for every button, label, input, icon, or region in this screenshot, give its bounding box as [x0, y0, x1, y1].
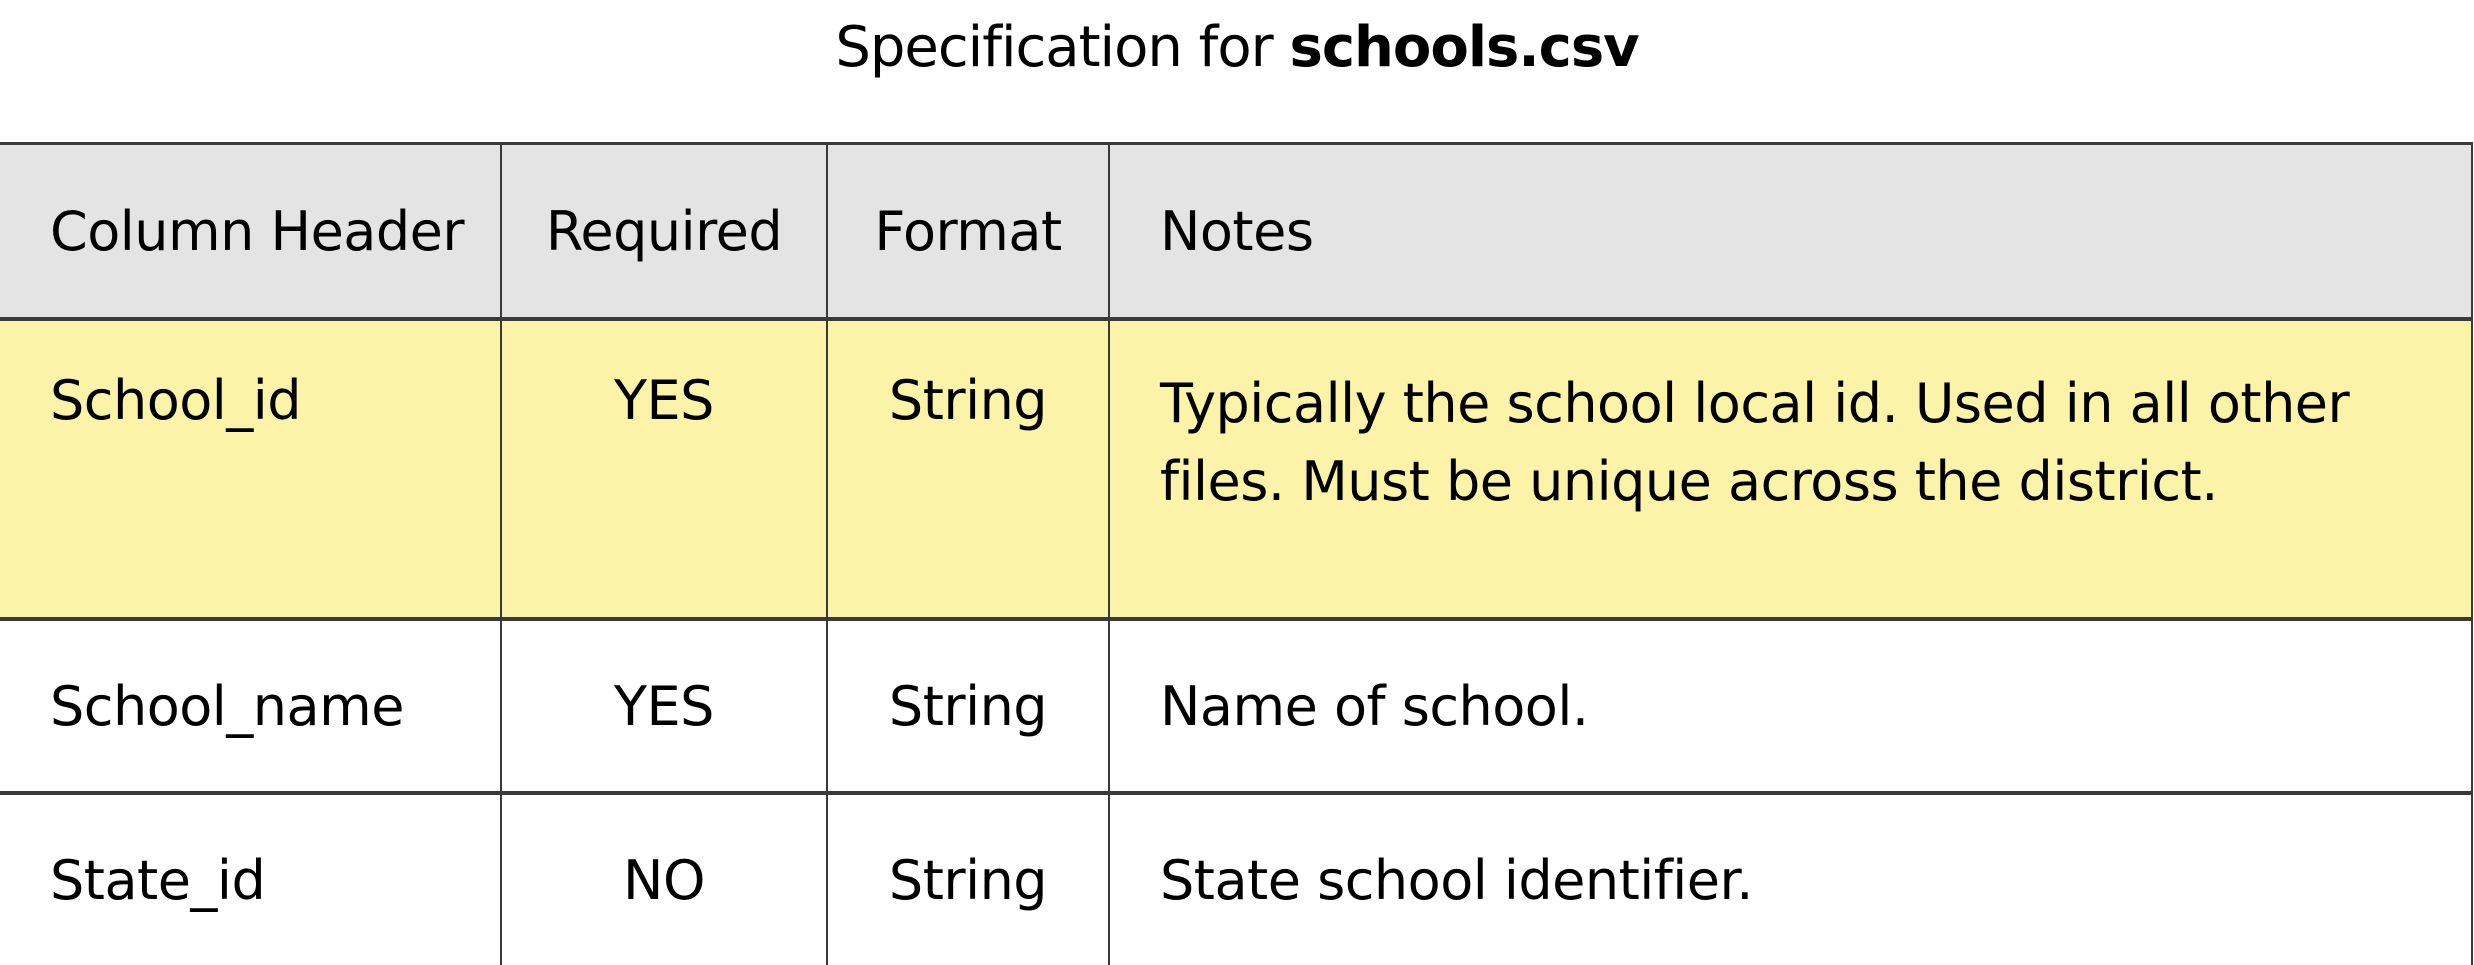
cell-format: String — [826, 318, 1110, 621]
cell-column-header: School_id — [0, 318, 502, 621]
cell-format: String — [826, 618, 1110, 795]
specification-table: Column Header Required Format Notes Scho… — [0, 142, 2473, 965]
cell-required: YES — [500, 318, 828, 621]
header-notes: Notes — [1108, 142, 2473, 321]
header-format: Format — [826, 142, 1110, 321]
page-title: Specification for schools.csv — [0, 8, 2474, 88]
cell-notes: Name of school. — [1108, 618, 2473, 795]
title-prefix: Specification for — [835, 15, 1290, 80]
cell-notes: Typically the school local id. Used in a… — [1108, 318, 2473, 621]
table-row: School_name YES String Name of school. — [0, 618, 2473, 795]
table-header-row: Column Header Required Format Notes — [0, 142, 2473, 321]
header-column-header: Column Header — [0, 142, 502, 321]
cell-format: String — [826, 792, 1110, 965]
cell-required: NO — [500, 792, 828, 965]
table-row: State_id NO String State school identifi… — [0, 792, 2473, 965]
cell-column-header: School_name — [0, 618, 502, 795]
cell-required: YES — [500, 618, 828, 795]
table-row: School_id YES String Typically the schoo… — [0, 318, 2473, 621]
cell-column-header: State_id — [0, 792, 502, 965]
title-filename: schools.csv — [1289, 15, 1639, 80]
cell-notes: State school identifier. — [1108, 792, 2473, 965]
header-required: Required — [500, 142, 828, 321]
